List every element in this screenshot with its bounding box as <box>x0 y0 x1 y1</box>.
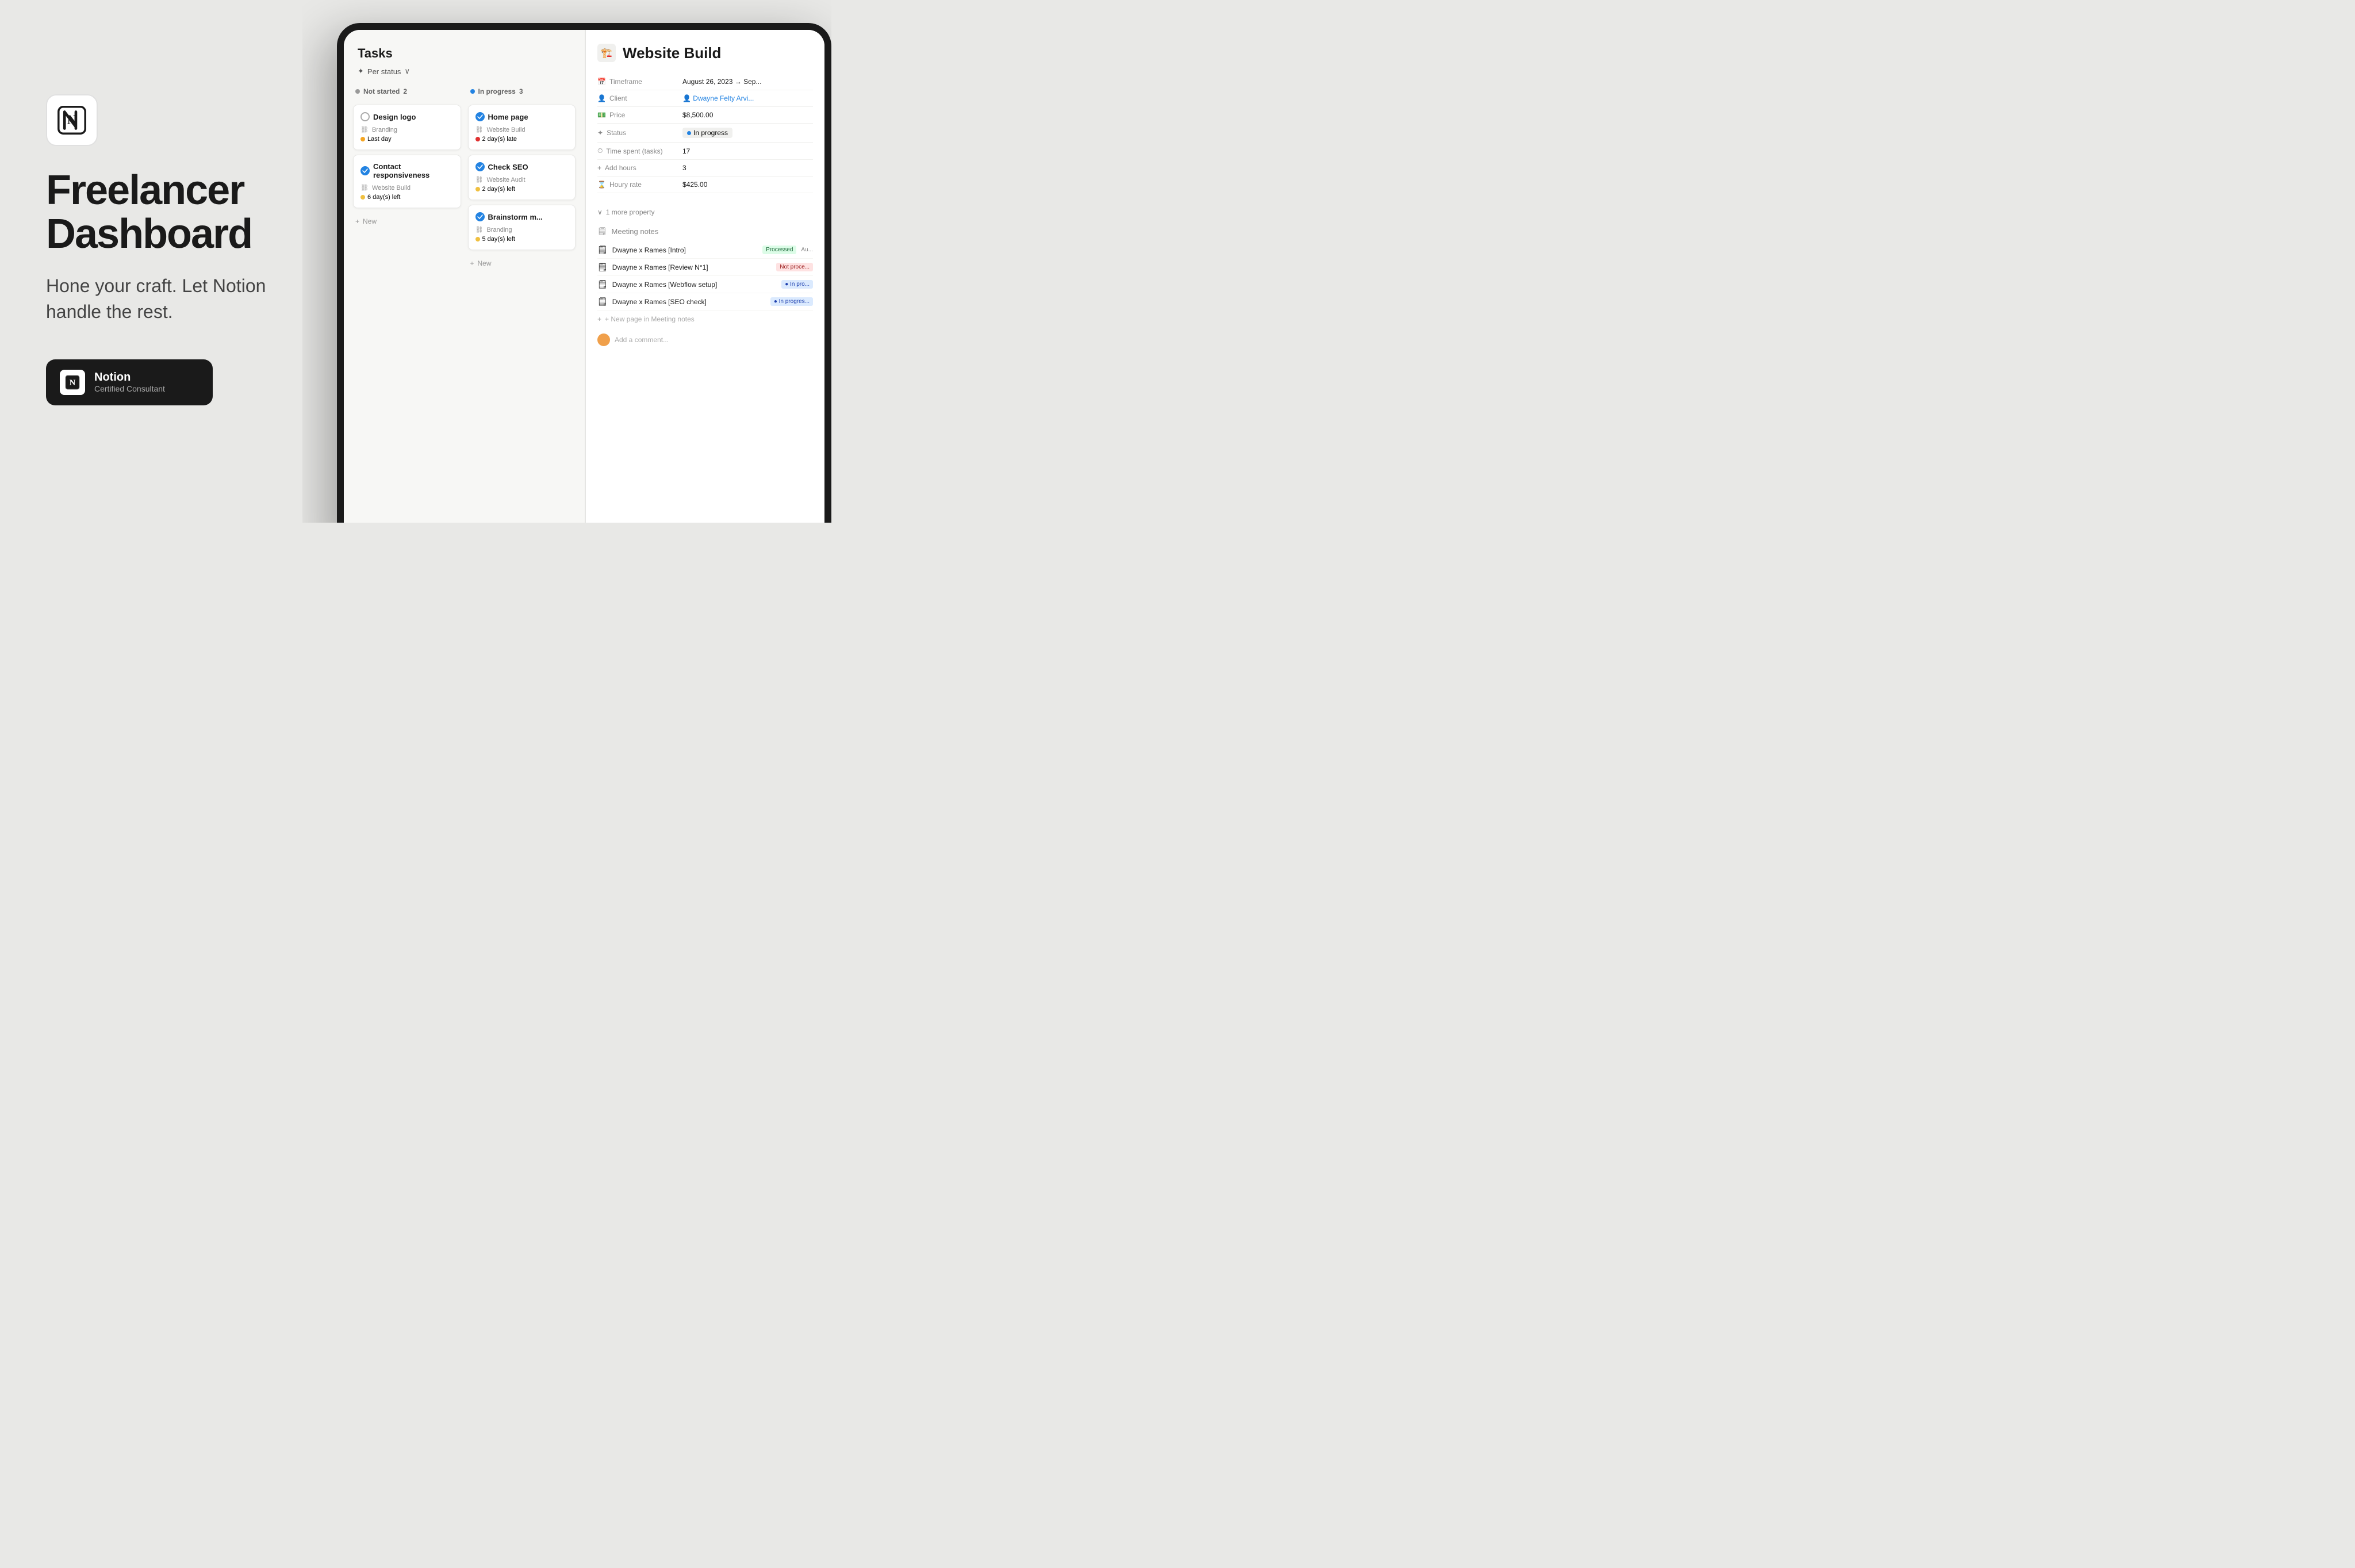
meeting-icon: 🗒 <box>597 279 608 289</box>
meeting-row[interactable]: 🗒 Dwayne x Rames [Intro] Processed Au... <box>597 241 813 259</box>
task-meta: ⛓ Website Audit <box>475 176 569 183</box>
task-card[interactable]: Home page ⛓ Website Build 2 day(s) late <box>468 105 576 150</box>
meeting-status-in-progress: ● In pro... <box>781 280 813 289</box>
meeting-icon: 🗒 <box>597 297 608 306</box>
due-dot <box>360 195 365 200</box>
task-card[interactable]: Contact responsiveness ⛓ Website Build 6… <box>353 155 461 208</box>
meeting-row[interactable]: 🗒 Dwayne x Rames [SEO check] ● In progre… <box>597 293 813 310</box>
badge-notion-label: Notion <box>94 371 165 384</box>
task-card[interactable]: Check SEO ⛓ Website Audit 2 day(s) left <box>468 155 576 200</box>
status-dot <box>687 131 691 135</box>
meeting-notes-section: 🗒 Meeting notes 🗒 Dwayne x Rames [Intro]… <box>597 227 813 352</box>
prop-time-spent: ⏱ Time spent (tasks) 17 <box>597 143 813 160</box>
meeting-status-in-progress-2: ● In progres... <box>770 297 813 306</box>
comment-avatar <box>597 333 610 346</box>
meeting-row[interactable]: 🗒 Dwayne x Rames [Review N°1] Not proce.… <box>597 259 813 276</box>
task-card[interactable]: Brainstorm m... ⛓ Branding 5 day(s) left <box>468 205 576 250</box>
in-progress-header: In progress 3 <box>468 83 576 100</box>
right-panel: Tasks ✦ Per status ∨ Not started 2 <box>302 0 831 523</box>
comment-row: Add a comment... <box>597 328 813 352</box>
svg-text:N: N <box>67 113 77 128</box>
task-card[interactable]: Design logo ⛓ Branding Last day <box>353 105 461 150</box>
prop-timeframe: 📅 Timeframe August 26, 2023 → Sep... <box>597 74 813 90</box>
due-dot <box>475 237 480 241</box>
due-dot <box>475 137 480 141</box>
prop-price: 💵 Price $8,500.00 <box>597 107 813 124</box>
in-progress-dot <box>470 89 475 94</box>
detail-header: 🏗️ Website Build <box>597 44 813 62</box>
task-meta: ⛓ Website Build <box>360 184 454 191</box>
meeting-notes-title: 🗒 Meeting notes <box>597 227 813 236</box>
check-done-icon <box>475 212 485 221</box>
task-meta: ⛓ Branding <box>475 226 569 233</box>
meeting-status-not-processed: Not proce... <box>776 263 813 271</box>
meeting-icon: 🗒 <box>597 245 608 255</box>
not-started-header: Not started 2 <box>353 83 461 100</box>
check-done-icon <box>475 162 485 171</box>
add-new-in-progress[interactable]: + New <box>468 255 576 272</box>
tablet-screen: Tasks ✦ Per status ∨ Not started 2 <box>344 30 824 523</box>
status-badge: In progress <box>682 128 732 138</box>
badge-text: Notion Certified Consultant <box>94 371 165 393</box>
detail-props: 📅 Timeframe August 26, 2023 → Sep... 👤 C… <box>597 74 813 193</box>
not-started-col: Not started 2 Design logo ⛓ Branding <box>353 83 461 523</box>
task-card-title: Brainstorm m... <box>475 212 569 221</box>
svg-text:N: N <box>70 378 76 388</box>
task-meta: ⛓ Website Build <box>475 126 569 133</box>
task-card-title: Contact responsiveness <box>360 162 454 179</box>
tasks-header: Tasks ✦ Per status ∨ <box>344 30 585 83</box>
tasks-panel: Tasks ✦ Per status ∨ Not started 2 <box>344 30 585 523</box>
check-icon <box>360 112 370 121</box>
add-page-row[interactable]: + + New page in Meeting notes <box>597 310 813 328</box>
left-panel: N Freelancer Dashboard Hone your craft. … <box>0 0 310 523</box>
kanban-area: Not started 2 Design logo ⛓ Branding <box>344 83 585 523</box>
meeting-row[interactable]: 🗒 Dwayne x Rames [Webflow setup] ● In pr… <box>597 276 813 293</box>
prop-hourly-rate: ⌛ Houry rate $425.00 <box>597 177 813 193</box>
tasks-filter[interactable]: ✦ Per status ∨ <box>358 67 571 76</box>
meeting-icon: 🗒 <box>597 262 608 272</box>
task-card-title: Home page <box>475 112 569 121</box>
tablet-notch <box>544 23 624 28</box>
check-done-icon <box>475 112 485 121</box>
task-card-title: Design logo <box>360 112 454 121</box>
main-title: Freelancer Dashboard <box>46 169 310 256</box>
task-due: Last day <box>360 136 454 143</box>
task-meta: ⛓ Branding <box>360 126 454 133</box>
tablet-frame: Tasks ✦ Per status ∨ Not started 2 <box>337 23 831 523</box>
prop-status: ✦ Status In progress <box>597 124 813 143</box>
prop-client: 👤 Client 👤 Dwayne Felty Arvi... <box>597 90 813 107</box>
task-due: 2 day(s) late <box>475 136 569 143</box>
more-property[interactable]: ∨ 1 more property <box>597 205 813 220</box>
task-due: 2 day(s) left <box>475 186 569 193</box>
due-dot <box>475 187 480 191</box>
due-dot <box>360 137 365 141</box>
task-due: 6 day(s) left <box>360 194 454 201</box>
check-done-icon <box>360 166 370 175</box>
badge-notion-icon: N <box>60 370 85 395</box>
meeting-status-processed: Processed <box>762 246 796 254</box>
in-progress-col: In progress 3 Home page <box>468 83 576 523</box>
detail-panel: 🏗️ Website Build 📅 Timeframe August 26, … <box>585 30 824 523</box>
subtitle: Hone your craft. Let Notion handle the r… <box>46 273 310 325</box>
detail-icon: 🏗️ <box>597 44 616 62</box>
not-started-dot <box>355 89 360 94</box>
task-due: 5 day(s) left <box>475 236 569 243</box>
certified-badge: N Notion Certified Consultant <box>46 359 213 405</box>
prop-add-hours: + Add hours 3 <box>597 160 813 177</box>
notion-logo: N <box>46 94 98 146</box>
badge-certified-label: Certified Consultant <box>94 384 165 393</box>
add-new-not-started[interactable]: + New <box>353 213 461 230</box>
tasks-title: Tasks <box>358 46 571 61</box>
task-card-title: Check SEO <box>475 162 569 171</box>
detail-title: Website Build <box>623 44 721 62</box>
